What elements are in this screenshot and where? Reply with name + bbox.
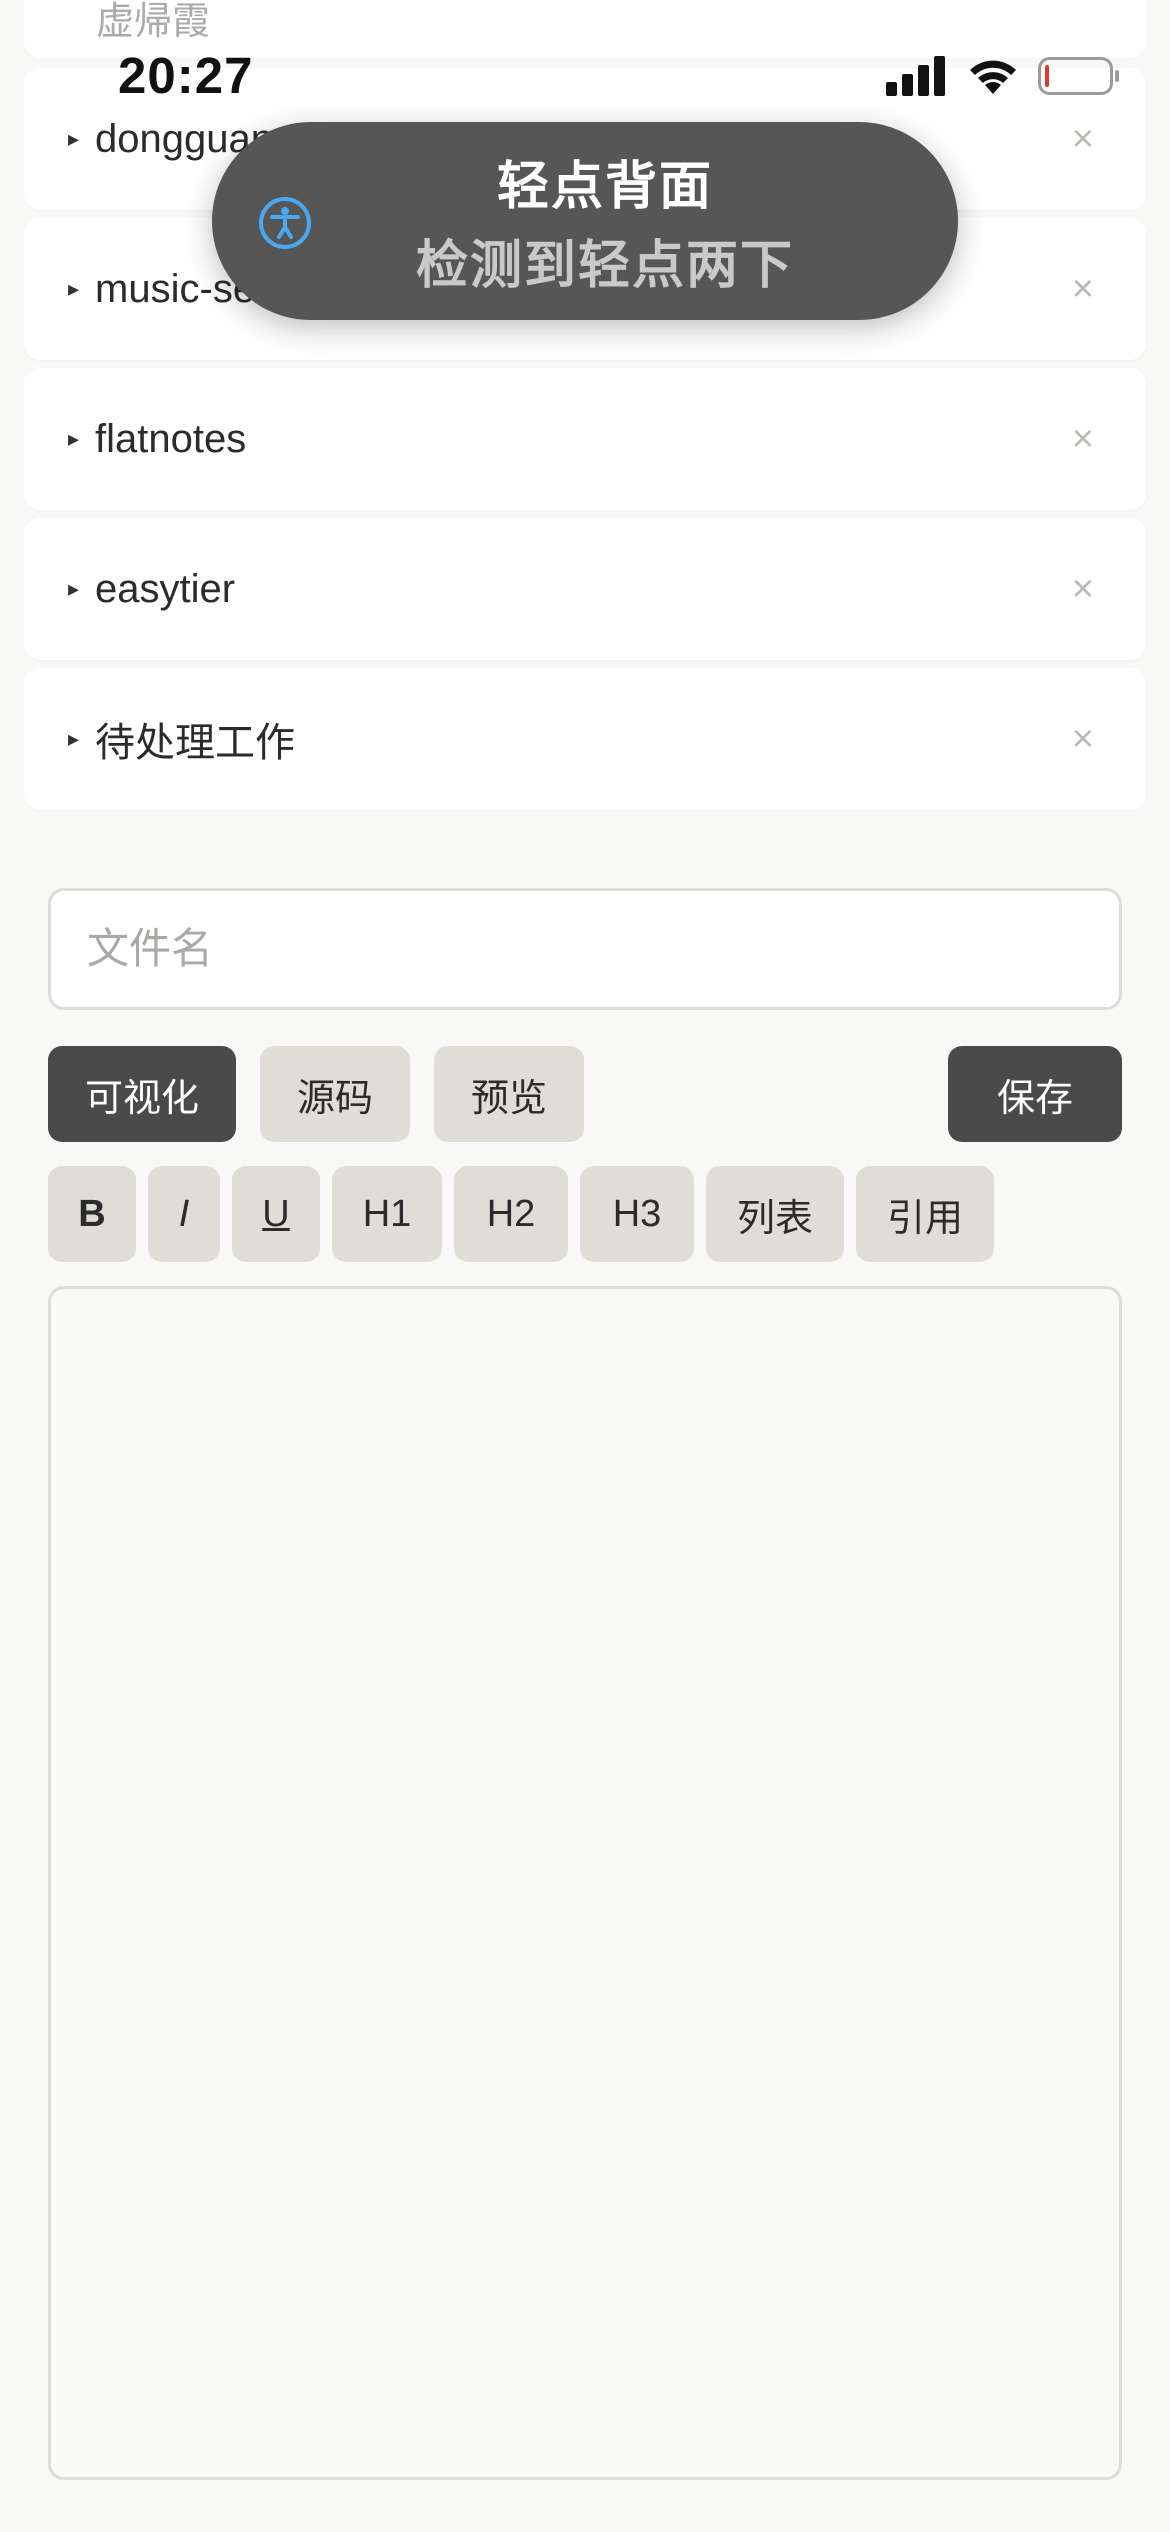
editor-area[interactable] [48, 1286, 1122, 2480]
expand-triangle-icon: ▸ [68, 576, 80, 601]
remove-icon[interactable]: × [1072, 720, 1094, 758]
battery-icon [1038, 57, 1119, 95]
status-time: 20:27 [118, 47, 254, 104]
filename-input[interactable] [48, 888, 1122, 1010]
cellular-signal-icon [886, 56, 945, 96]
list-item[interactable]: ▸ easytier × [24, 518, 1146, 660]
preview-mode-button[interactable]: 预览 [434, 1046, 584, 1142]
toast-text: 轻点背面 检测到轻点两下 [212, 144, 958, 298]
heading1-button[interactable]: H1 [332, 1166, 442, 1262]
heading3-button[interactable]: H3 [580, 1166, 694, 1262]
heading2-button[interactable]: H2 [454, 1166, 568, 1262]
status-icons [886, 56, 1120, 96]
source-mode-button[interactable]: 源码 [260, 1046, 410, 1142]
list-item-label: easytier [95, 566, 236, 611]
back-tap-toast: 轻点背面 检测到轻点两下 [212, 122, 958, 320]
quote-button[interactable]: 引用 [856, 1166, 994, 1262]
bold-button[interactable]: B [48, 1166, 136, 1262]
underline-button[interactable]: U [232, 1166, 320, 1262]
remove-icon[interactable]: × [1072, 570, 1094, 608]
expand-triangle-icon: ▸ [68, 426, 80, 451]
list-item[interactable]: ▸ flatnotes × [24, 368, 1146, 510]
accessibility-icon [259, 197, 311, 249]
list-item[interactable]: ▸ 待处理工作 × [24, 668, 1146, 810]
list-button[interactable]: 列表 [706, 1166, 844, 1262]
wifi-icon [970, 60, 1016, 94]
toast-subtitle: 检测到轻点两下 [415, 237, 794, 295]
toast-title: 轻点背面 [496, 158, 713, 216]
italic-button[interactable]: I [148, 1166, 220, 1262]
expand-triangle-icon: ▸ [68, 726, 80, 751]
save-button[interactable]: 保存 [948, 1046, 1122, 1142]
list-item-label: 待处理工作 [95, 721, 296, 765]
remove-icon[interactable]: × [1072, 270, 1094, 308]
visual-mode-button[interactable]: 可视化 [48, 1046, 236, 1142]
list-item-label: flatnotes [95, 416, 247, 461]
remove-icon[interactable]: × [1072, 420, 1094, 458]
expand-triangle-icon: ▸ [68, 276, 80, 301]
page: 20:27 虚帰霞 ▸ dongguan × ▸ music-server × … [0, 0, 1170, 2532]
